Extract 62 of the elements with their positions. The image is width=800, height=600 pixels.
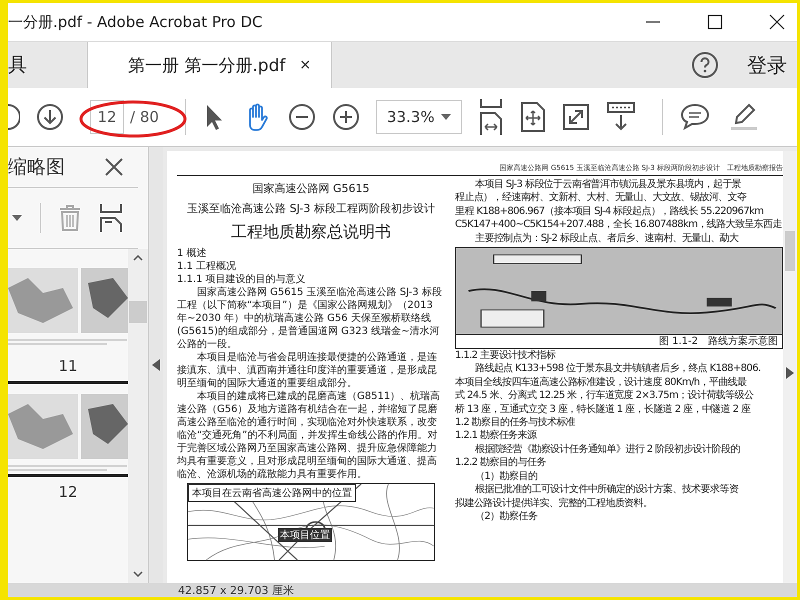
scrollbar-thumb[interactable] xyxy=(785,231,795,271)
paragraph: 国家高速公路网 G5615 玉溪至临沧高速公路 SJ-3 标段工程（以下简称“本项目”）是《国家公路网规划》（2013 年~2030 年）中的杭瑞高速公路 G56 天保至猴桥联络线(G5615)的组成部分，是普通国道网 G323 线瑞金~清水河公路的一段。 xyxy=(177,286,443,351)
text-line: 主要控制点为：SJ-2 标段止点、者后乡、速南村、无量山、勐大 xyxy=(474,232,740,246)
collapse-icon[interactable] xyxy=(152,359,160,371)
scroll-mode-icon[interactable] xyxy=(606,101,636,133)
next-page-icon[interactable] xyxy=(36,103,64,131)
text-line: 1.2 勘察目的任务与技术标准 xyxy=(455,416,576,430)
expand-icon[interactable] xyxy=(786,367,794,379)
text-line: 桥 13 座，互通式立交 3 座，特长隧道 1 座，长隧道 2 座，中隧道 2 座 xyxy=(455,402,752,416)
text-line: 根据院经营《勘察设计任务通知单》进行 2 阶段初步设计阶段的 xyxy=(474,442,741,456)
text-line: 路线起点 K133+598 位于景东县文井镇镇者后乡，终点 K188+806. xyxy=(474,362,762,376)
text-line: （1）勘察目的 xyxy=(474,470,538,484)
scrollbar-thumb[interactable] xyxy=(129,301,147,323)
sign-in-link[interactable]: 登录 xyxy=(747,52,787,78)
zoom-in-icon[interactable] xyxy=(332,103,360,131)
maximize-icon[interactable] xyxy=(707,14,723,30)
text-line: 程止点），经速南村、文新村、大村、无量山、大文故、锡故河、文夺 xyxy=(455,191,748,205)
full-screen-icon[interactable] xyxy=(562,103,590,131)
document-title: 国家高速公路网 G5615 xyxy=(251,181,370,196)
scroll-up-icon[interactable] xyxy=(133,255,143,261)
previous-page-icon[interactable] xyxy=(8,102,20,132)
text-line: 里程 K188+806.967（接本项目 SJ-4 标段起点），路线长 55.220967km xyxy=(455,204,764,218)
text-line: 本项目 SJ-3 标段位于云南省普洱市镇沅县及景东县境内，起于景 xyxy=(474,178,742,192)
close-icon[interactable] xyxy=(104,157,124,177)
comment-icon[interactable] xyxy=(678,102,711,132)
panel-title: 缩略图 xyxy=(8,155,65,180)
document-tab[interactable]: 具 xyxy=(8,42,37,88)
document-tab[interactable]: 第一册 第一分册.pdf × xyxy=(87,42,332,88)
help-icon[interactable] xyxy=(691,51,719,79)
caret-icon xyxy=(440,114,451,120)
window-title: 一分册.pdf - Adobe Acrobat Pro DC xyxy=(8,12,262,32)
fit-page-icon[interactable] xyxy=(478,99,504,135)
page-size: 42.857 x 29.703 厘米 xyxy=(178,582,294,597)
text-line: 1.1.2 主要设计技术指标 xyxy=(455,349,556,362)
text-line: 1.2.1 勘察任务来源 xyxy=(455,429,538,443)
page-number: 12 xyxy=(58,483,78,501)
figure-caption: 图 1.1-2 路线方案示意图 xyxy=(455,335,783,350)
text-line: 根据已批准的工可设计文件中所确定的设计方案、技术要求等资 xyxy=(474,483,740,496)
page-count: / 80 xyxy=(130,108,159,126)
document-arrows-icon[interactable] xyxy=(520,101,546,133)
text-line: 拟建公路设计提供详实、完整的工程地质资料。 xyxy=(455,496,654,510)
map-label: 本项目位置 xyxy=(278,528,332,542)
text-line: 本项目全线按四车道高速公路标准建设，设计速度 80Km/h，平曲线最 xyxy=(455,376,748,390)
text-line: 1.2.2 勘察目的与任务 xyxy=(455,456,547,470)
scroll-down-icon[interactable] xyxy=(133,571,143,577)
section-heading: 1.1.1 项目建设的目的与意义 xyxy=(177,273,307,286)
paragraph: 本项目是临沧与省会昆明连接最便捷的公路通道，是连接滇东、滇中、滇西南并通往印度洋的重要通道，是形成昆明至缅甸的国际大通道的重要组成部分。 xyxy=(177,351,438,390)
text-line: 式 24.5 米、分离式 12.25 米，行车道宽度 2×3.75m；设计荷载等级公 xyxy=(455,389,754,403)
zoom-out-icon[interactable] xyxy=(288,103,316,131)
close-icon[interactable] xyxy=(769,14,785,30)
zoom-dropdown[interactable]: 33.3% xyxy=(376,100,462,134)
paragraph: 本项目的建成将已建成的昆磨高速（G8511）、杭瑞高速公路（G56）及地方道路有机结合在一起，并缩短了昆磨高速公路至临沧的通行时间，实现临沧对外快速联系，改变临沧“交通死角”的不利局面，并发挥生命线公路的作用。对于完善区域公路网乃至国家高速公路网、提升应急保障能力均具有重要意义，且对形成昆明至缅甸的国际大通道、提高临沧、沧源机场的疏散能力具有重要作用。 xyxy=(177,390,442,481)
text-line: （2）勘察任务 xyxy=(474,510,538,524)
insert-page-icon[interactable] xyxy=(99,204,123,232)
page-number: 11 xyxy=(58,357,78,375)
section-heading: 1.1 工程概况 xyxy=(177,260,238,273)
document-title: 工程地质勘察总说明书 xyxy=(230,222,392,243)
caret-icon[interactable] xyxy=(12,215,22,221)
document-title: 玉溪至临沧高速公路 SJ-3 标段工程两阶段初步设计 xyxy=(186,201,436,216)
section-heading: 1 概述 xyxy=(177,247,208,260)
text-line: C5K147+400~C5K154+207.488，全长 16.807488km，线路大致呈东西走 xyxy=(455,218,783,232)
map-title: 本项目在云南省高速公路网中的位置 xyxy=(188,484,356,502)
